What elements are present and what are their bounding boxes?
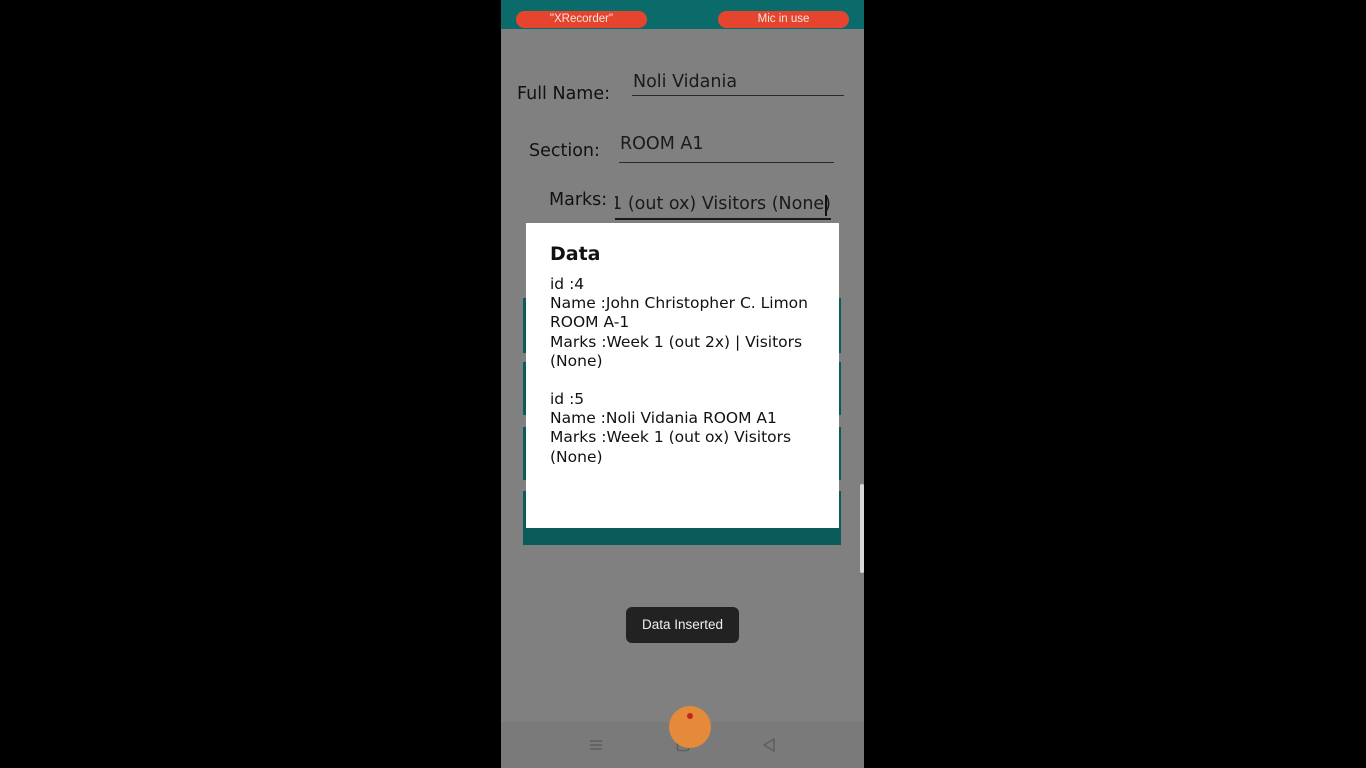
toast-message: Data Inserted [626, 607, 739, 643]
record-name: Name :John Christopher C. Limon ROOM A-1 [550, 294, 808, 332]
record-name: Name :Noli Vidania ROOM A1 [550, 409, 777, 428]
mic-in-use-pill[interactable]: Mic in use [718, 11, 849, 28]
marks-field-text: ‹ 1 (out ox) Visitors (None) [615, 194, 831, 214]
marks-label: Marks: [549, 190, 608, 210]
phone-screen: "XRecorder" Mic in use Full Name: Noli V… [501, 0, 864, 768]
full-name-label: Full Name: [517, 84, 611, 104]
record-marks: Marks :Week 1 (out ox) Visitors (None) [550, 428, 792, 466]
dialog-title: Data [550, 243, 601, 265]
recorder-indicator-pill[interactable]: "XRecorder" [516, 11, 647, 28]
back-triangle-icon[interactable] [759, 736, 779, 754]
data-dialog: Data id :4 Name :John Christopher C. Lim… [526, 223, 839, 528]
marks-field[interactable]: ‹ 1 (out ox) Visitors (None) [615, 194, 831, 220]
menu-icon[interactable] [586, 736, 606, 754]
record-item: id :4 Name :John Christopher C. Limon RO… [550, 275, 815, 371]
floating-recorder-button[interactable] [669, 706, 711, 748]
record-id: id :5 [550, 390, 585, 409]
record-marks: Marks :Week 1 (out 2x) | Visitors (None) [550, 332, 803, 370]
section-label: Section: [529, 141, 600, 161]
scrollbar-thumb[interactable] [860, 484, 864, 573]
record-item: id :5 Name :Noli Vidania ROOM A1 Marks :… [550, 390, 815, 467]
section-field[interactable]: ROOM A1 [619, 134, 834, 163]
status-bar: "XRecorder" Mic in use [501, 0, 864, 29]
record-id: id :4 [550, 275, 585, 293]
full-name-field[interactable]: Noli Vidania [632, 72, 844, 96]
text-cursor [825, 195, 827, 216]
